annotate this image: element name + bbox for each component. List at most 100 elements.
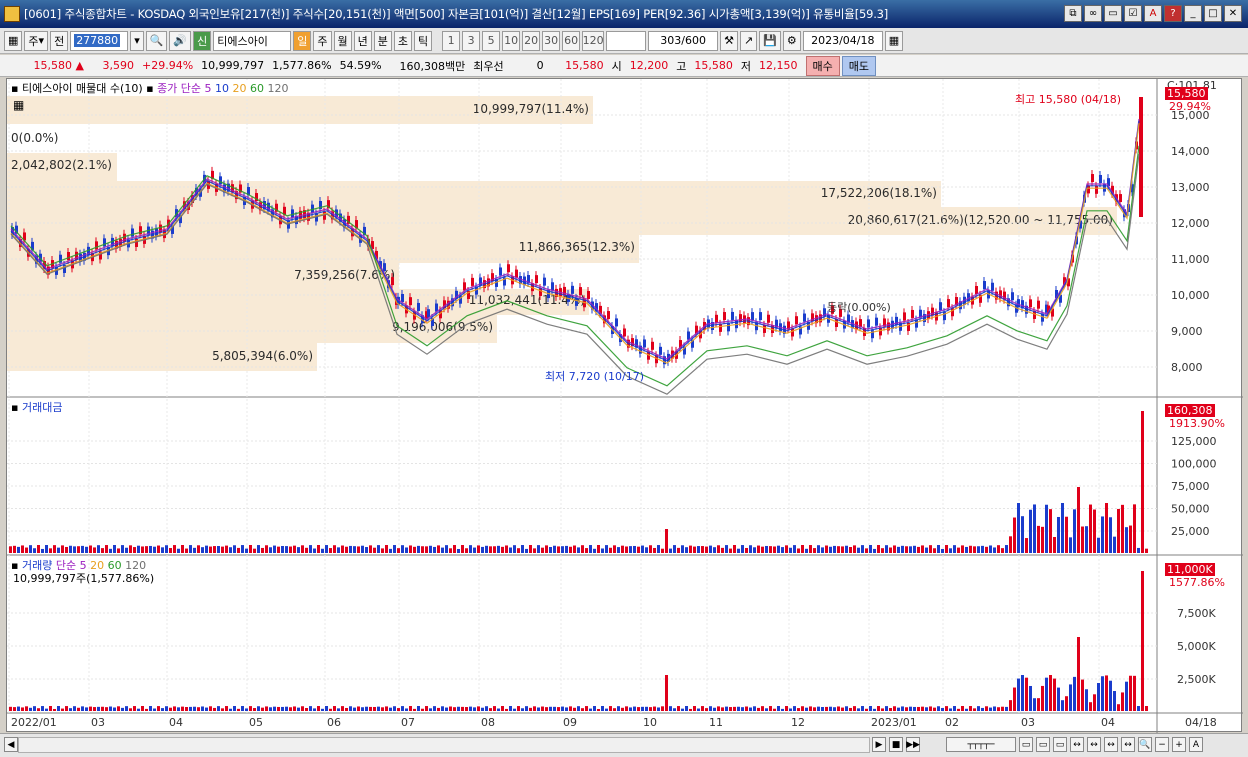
- period-minute-button[interactable]: 분: [373, 30, 392, 51]
- trade-value-bar: [1005, 545, 1008, 553]
- calendar-icon[interactable]: ▦: [884, 30, 904, 51]
- period-month-button[interactable]: 월: [333, 30, 352, 51]
- interval-30[interactable]: 30: [542, 30, 561, 51]
- interval-3[interactable]: 3: [462, 30, 481, 51]
- maximize-icon[interactable]: □: [1204, 5, 1222, 22]
- scale2-icon[interactable]: ↔: [1087, 737, 1101, 752]
- trade-value-bar: [821, 547, 824, 553]
- plus-icon[interactable]: +: [1172, 737, 1186, 752]
- volume-bar: [645, 706, 648, 711]
- interval-1[interactable]: 1: [442, 30, 461, 51]
- volume-bar: [717, 706, 720, 711]
- trade-value-bar-last: [1141, 411, 1144, 553]
- volume-bar: [421, 708, 424, 711]
- market-select[interactable]: 주 ▾: [24, 30, 49, 51]
- volume-bar: [137, 708, 140, 711]
- interval-120[interactable]: 120: [582, 30, 605, 51]
- trade-value-bar: [137, 545, 140, 553]
- volume-bar: [221, 708, 224, 711]
- volume-bar: [121, 707, 124, 711]
- stop-icon[interactable]: ■: [889, 737, 903, 752]
- period-year-button[interactable]: 년: [353, 30, 372, 51]
- trade-value-bar: [1017, 503, 1020, 553]
- scale4-icon[interactable]: ↔: [1121, 737, 1135, 752]
- stock-code-input[interactable]: 277880: [70, 30, 129, 51]
- volume-bar: [201, 706, 204, 711]
- volume-bar: [1081, 679, 1084, 711]
- scale-icon[interactable]: ↔: [1070, 737, 1084, 752]
- trend-icon[interactable]: ↗: [740, 30, 758, 51]
- trade-value-bar: [665, 529, 668, 553]
- volume-bar: [321, 708, 324, 711]
- restore-icon[interactable]: ⧉: [1064, 5, 1082, 22]
- minimize-icon[interactable]: _: [1184, 5, 1202, 22]
- fast-forward-icon[interactable]: ▶▶: [906, 737, 920, 752]
- scale3-icon[interactable]: ↔: [1104, 737, 1118, 752]
- trade-value-bar: [445, 545, 448, 553]
- interval-input[interactable]: [606, 30, 647, 51]
- volume-bar: [781, 708, 784, 711]
- window-icon[interactable]: ▭: [1104, 5, 1122, 22]
- chart-area[interactable]: 10,999,797(11.4%) 0(0.0%) 2,042,802(2.1%…: [6, 78, 1243, 733]
- search-icon[interactable]: 🔍: [145, 30, 168, 51]
- count-field[interactable]: 303/600: [648, 30, 719, 51]
- new-button[interactable]: 신: [193, 30, 212, 51]
- interval-60[interactable]: 60: [562, 30, 581, 51]
- volume-bar: [429, 708, 432, 711]
- x-tick: 03: [91, 716, 105, 729]
- grid-icon[interactable]: ▦: [13, 98, 24, 112]
- play-icon[interactable]: ▶: [872, 737, 886, 752]
- volume-bar: [193, 706, 196, 711]
- font-icon[interactable]: A: [1144, 5, 1162, 22]
- settings-icon[interactable]: ⚙: [782, 30, 801, 51]
- interval-5[interactable]: 5: [482, 30, 501, 51]
- layout2-icon[interactable]: ▭: [1036, 737, 1050, 752]
- help-icon[interactable]: ?: [1164, 5, 1182, 22]
- volume-bar: [893, 706, 896, 711]
- chart-canvas[interactable]: 15,00014,00013,00012,00011,00010,0009,00…: [7, 79, 1243, 733]
- trade-value-bar: [441, 547, 444, 553]
- font-size-icon[interactable]: A: [1189, 737, 1203, 752]
- period-week-button[interactable]: 주: [313, 30, 332, 51]
- minus-icon[interactable]: −: [1155, 737, 1169, 752]
- all-button[interactable]: 전: [50, 30, 69, 51]
- chart-type-icon[interactable]: ▦: [4, 30, 23, 51]
- tool-icon[interactable]: ⚒: [720, 30, 738, 51]
- candle-body: [623, 328, 626, 337]
- layout-icon[interactable]: ▭: [1019, 737, 1033, 752]
- low-price: 12,150: [759, 59, 798, 72]
- interval-10[interactable]: 10: [502, 30, 521, 51]
- sell-button[interactable]: 매도: [841, 55, 877, 76]
- period-tick-button[interactable]: 틱: [414, 30, 433, 51]
- period-day-button[interactable]: 일: [293, 30, 312, 51]
- volume-bar: [1085, 689, 1088, 711]
- chart-scrollbar[interactable]: [18, 737, 870, 753]
- volume-bar: [1053, 678, 1056, 711]
- period-second-button[interactable]: 초: [393, 30, 412, 51]
- candle-body: [727, 323, 730, 332]
- x-tick: 2022/01: [11, 716, 57, 729]
- scroll-left-icon[interactable]: ◀: [4, 737, 18, 752]
- zoom-icon[interactable]: 🔍: [1138, 737, 1152, 752]
- trade-value-bar: [933, 548, 936, 553]
- save-icon[interactable]: 💾: [759, 30, 781, 51]
- volume-bar: [453, 707, 456, 711]
- trade-value-bar: [713, 547, 716, 553]
- high-price: 15,580: [694, 59, 733, 72]
- zoom-slider-icon[interactable]: ┬┬┬┬─: [946, 737, 1016, 752]
- date-field[interactable]: 2023/04/18: [802, 30, 883, 51]
- candle-body: [1029, 299, 1032, 308]
- volume-bar: [329, 708, 332, 711]
- link-icon[interactable]: ∞: [1084, 5, 1102, 22]
- dropdown-icon[interactable]: ▾: [130, 30, 144, 51]
- volume-bar: [497, 708, 500, 711]
- close-icon[interactable]: ✕: [1224, 5, 1242, 22]
- interval-20[interactable]: 20: [522, 30, 541, 51]
- candle-body: [1119, 194, 1122, 203]
- trade-value-bar: [353, 546, 356, 553]
- checkbox-icon[interactable]: ☑: [1124, 5, 1142, 22]
- layout3-icon[interactable]: ▭: [1053, 737, 1067, 752]
- buy-button[interactable]: 매수: [805, 55, 840, 76]
- trade-value-bar: [89, 545, 92, 553]
- sound-icon[interactable]: 🔊: [169, 30, 192, 51]
